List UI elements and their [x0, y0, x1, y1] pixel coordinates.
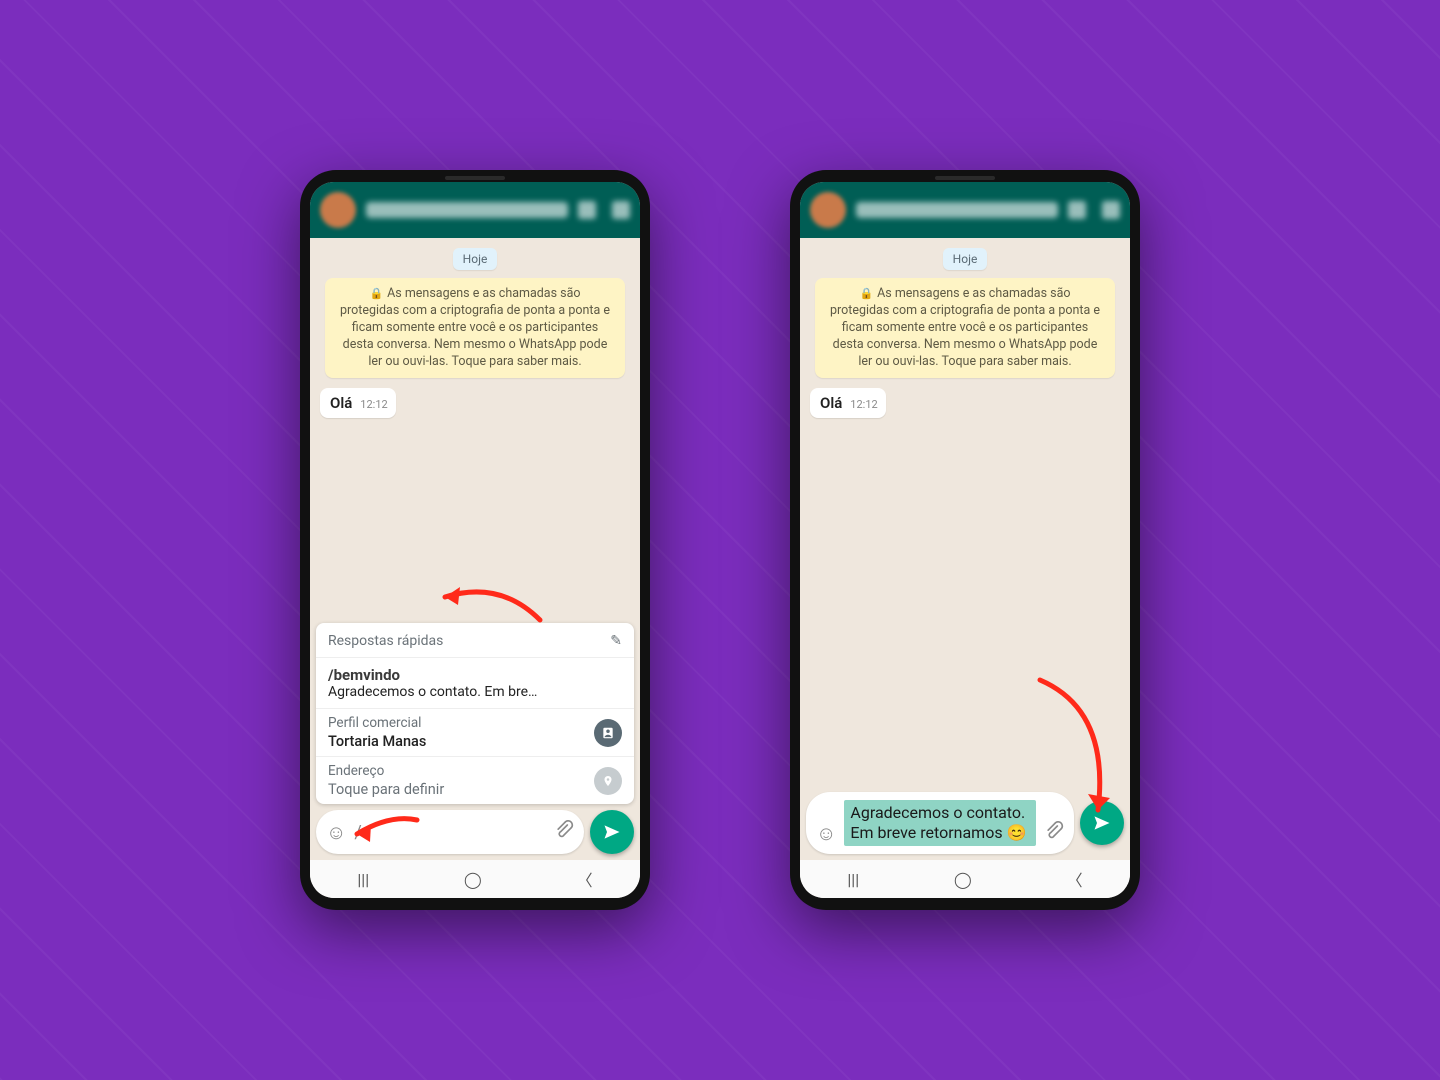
avatar[interactable] — [320, 192, 356, 228]
attach-icon[interactable] — [554, 820, 574, 845]
business-profile-label: Perfil comercial — [328, 715, 426, 731]
recent-apps-icon[interactable]: ||| — [357, 870, 369, 889]
message-time: 12:12 — [850, 398, 877, 411]
call-icon[interactable] — [578, 201, 596, 219]
avatar[interactable] — [810, 192, 846, 228]
recent-apps-icon[interactable]: ||| — [847, 870, 859, 889]
send-button[interactable] — [1080, 801, 1124, 845]
incoming-message[interactable]: Olá 12:12 — [810, 388, 886, 418]
phone-right: Hoje 🔒As mensagens e as chamadas são pro… — [790, 170, 1140, 910]
chat-header[interactable] — [310, 182, 640, 238]
contact-name-blurred — [366, 202, 568, 218]
screen: Hoje 🔒As mensagens e as chamadas são pro… — [310, 182, 640, 898]
android-navbar: ||| ◯ 〈 — [800, 860, 1130, 898]
business-profile-row[interactable]: Perfil comercial Tortaria Manas — [316, 709, 634, 757]
business-profile-value: Tortaria Manas — [328, 733, 426, 750]
quick-replies-header: Respostas rápidas ✎ — [316, 623, 634, 658]
address-row[interactable]: Endereço Toque para definir — [316, 757, 634, 804]
emoji-icon[interactable]: ☺ — [816, 821, 836, 846]
back-icon[interactable]: 〈 — [1067, 867, 1083, 891]
address-label: Endereço — [328, 763, 444, 779]
send-button[interactable] — [590, 810, 634, 854]
emoji-icon[interactable]: ☺ — [326, 820, 346, 845]
screen: Hoje 🔒As mensagens e as chamadas são pro… — [800, 182, 1130, 898]
android-navbar: ||| ◯ 〈 — [310, 860, 640, 898]
input-row: ☺ / — [316, 810, 634, 854]
chat-header[interactable] — [800, 182, 1130, 238]
attach-icon[interactable] — [1044, 821, 1064, 846]
menu-icon[interactable] — [612, 201, 630, 219]
input-text: / — [354, 822, 546, 843]
message-input[interactable]: ☺ Agradecemos o contato. Em breve retorn… — [806, 792, 1074, 854]
menu-icon[interactable] — [1102, 201, 1120, 219]
encryption-banner[interactable]: 🔒As mensagens e as chamadas são protegid… — [815, 278, 1115, 378]
encryption-banner[interactable]: 🔒As mensagens e as chamadas são protegid… — [325, 278, 625, 378]
input-row: ☺ Agradecemos o contato. Em breve retorn… — [806, 792, 1124, 854]
profile-icon — [594, 719, 622, 747]
date-chip: Hoje — [453, 248, 498, 270]
date-chip: Hoje — [943, 248, 988, 270]
quick-reply-preview: Agradecemos o contato. Em bre… — [328, 684, 622, 700]
chat-area: Hoje 🔒As mensagens e as chamadas são pro… — [800, 238, 1130, 860]
home-icon[interactable]: ◯ — [464, 870, 482, 889]
quick-replies-title: Respostas rápidas — [328, 633, 443, 649]
back-icon[interactable]: 〈 — [577, 867, 593, 891]
call-icon[interactable] — [1068, 201, 1086, 219]
location-icon — [594, 767, 622, 795]
home-icon[interactable]: ◯ — [954, 870, 972, 889]
message-text: Olá — [820, 394, 842, 412]
chat-area: Hoje 🔒As mensagens e as chamadas são pro… — [310, 238, 640, 860]
quick-reply-shortcut: /bemvindo — [328, 666, 622, 684]
incoming-message[interactable]: Olá 12:12 — [320, 388, 396, 418]
input-text: Agradecemos o contato. Em breve retornam… — [844, 800, 1036, 846]
quick-replies-panel: Respostas rápidas ✎ /bemvindo Agradecemo… — [316, 623, 634, 804]
message-time: 12:12 — [360, 398, 387, 411]
edit-icon[interactable]: ✎ — [610, 633, 622, 649]
quick-reply-item[interactable]: /bemvindo Agradecemos o contato. Em bre… — [316, 658, 634, 709]
lock-icon: 🔒 — [859, 287, 873, 300]
message-text: Olá — [330, 394, 352, 412]
address-value: Toque para definir — [328, 781, 444, 798]
lock-icon: 🔒 — [369, 287, 383, 300]
phone-left: Hoje 🔒As mensagens e as chamadas são pro… — [300, 170, 650, 910]
message-input[interactable]: ☺ / — [316, 810, 584, 854]
contact-name-blurred — [856, 202, 1058, 218]
